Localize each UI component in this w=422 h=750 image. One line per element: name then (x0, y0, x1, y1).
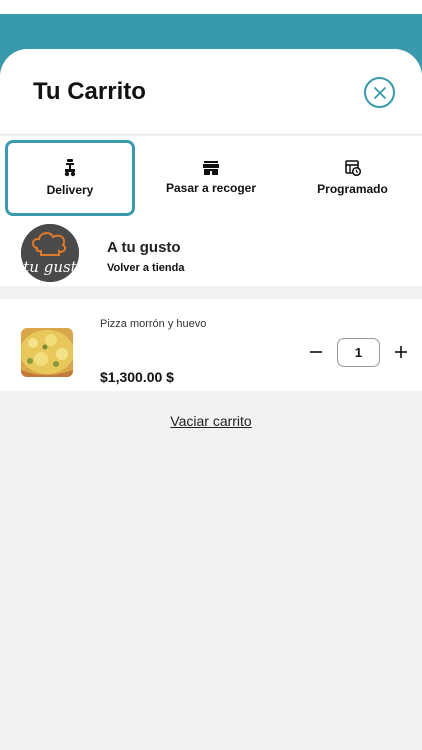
store-name: A tu gusto (107, 239, 181, 256)
tab-pickup[interactable]: Pasar a recoger (150, 140, 272, 216)
calendar-clock-icon (344, 160, 361, 176)
quantity-field[interactable]: 1 (337, 338, 380, 367)
close-icon (373, 86, 386, 99)
decrease-quantity-button[interactable] (306, 342, 326, 362)
item-name: Pizza morrón y huevo (100, 318, 207, 330)
tab-delivery[interactable]: Delivery (5, 140, 135, 216)
store-logo: tu gust (21, 224, 79, 282)
tab-scheduled-label: Programado (317, 182, 388, 196)
cart-sheet: Tu Carrito Delivery Pasar a recoger Prog… (0, 49, 422, 750)
item-thumbnail (21, 328, 73, 377)
back-to-store-link[interactable]: Volver a tienda (107, 262, 184, 274)
cart-header: Tu Carrito (0, 49, 422, 135)
tab-pickup-label: Pasar a recoger (165, 181, 257, 195)
empty-cart-link[interactable]: Vaciar carrito (0, 413, 422, 429)
scooter-icon (64, 159, 76, 177)
store-logo-text: tu gust (23, 258, 77, 276)
item-price: $1,300.00 $ (100, 369, 174, 385)
page-title: Tu Carrito (33, 78, 146, 105)
minus-icon (310, 351, 322, 353)
cart-item: Pizza morrón y huevo $1,300.00 $ 1 (0, 299, 422, 391)
store-icon (203, 161, 219, 175)
delivery-mode-tabs: Delivery Pasar a recoger Programado (0, 136, 422, 220)
tab-scheduled[interactable]: Programado (295, 140, 410, 216)
tab-delivery-label: Delivery (46, 183, 94, 197)
plus-icon (395, 346, 407, 358)
close-button[interactable] (364, 77, 395, 108)
status-strip (0, 0, 422, 14)
increase-quantity-button[interactable] (391, 342, 411, 362)
store-row: tu gust A tu gusto Volver a tienda (0, 220, 422, 286)
